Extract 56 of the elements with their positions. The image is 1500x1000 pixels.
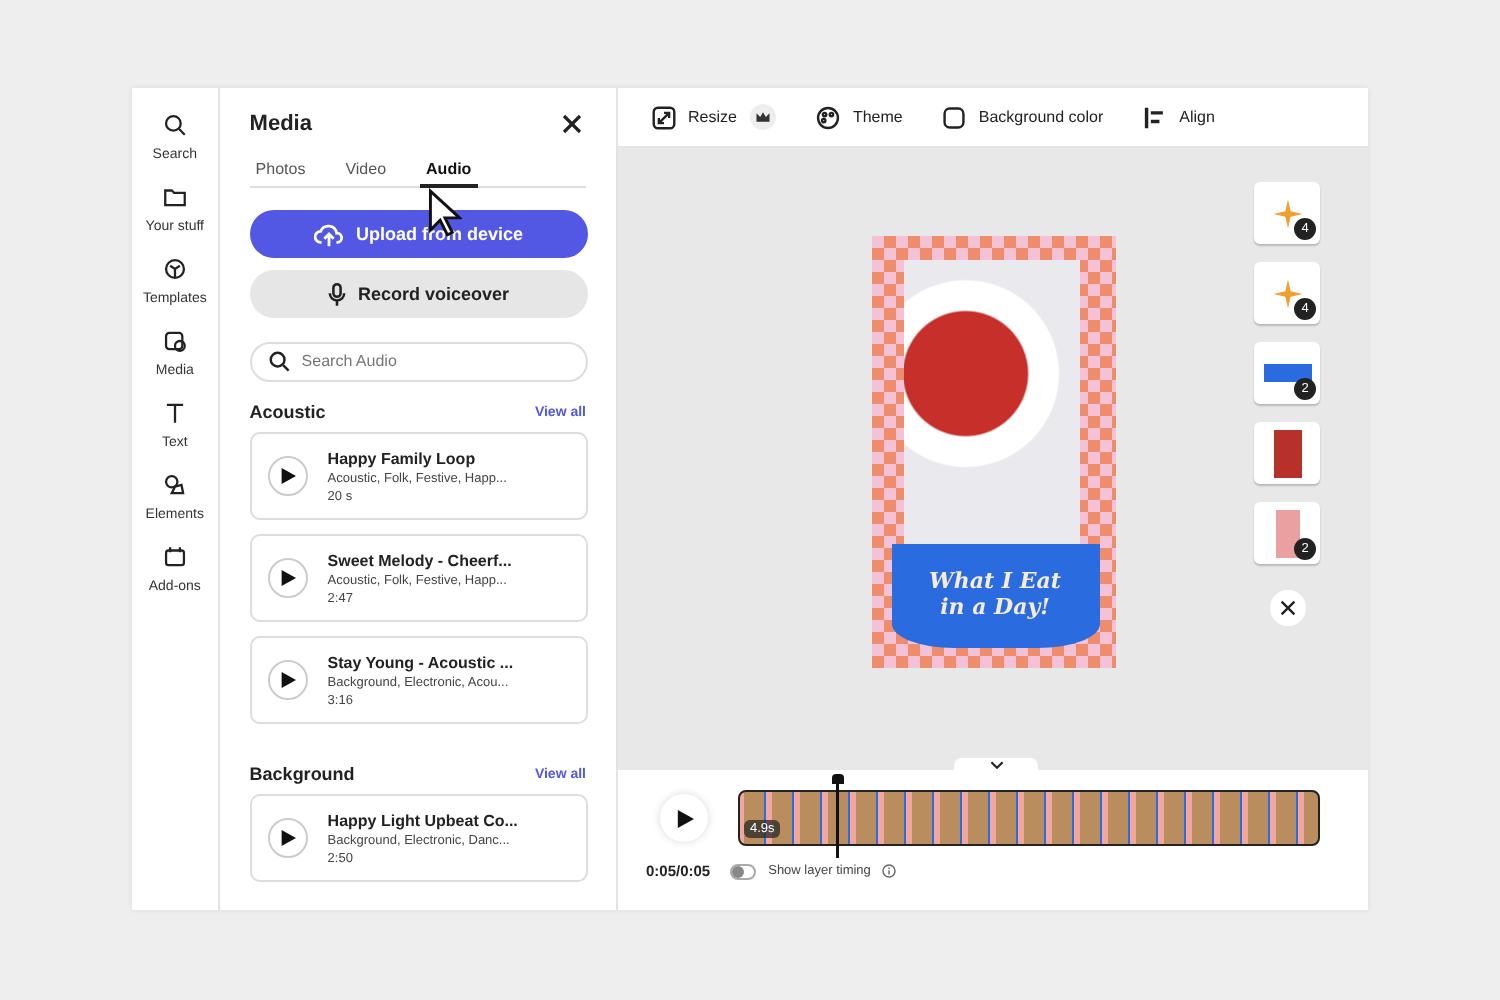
media-icon — [161, 328, 188, 354]
square-icon — [942, 105, 967, 129]
search-field[interactable]: Search Audio — [249, 341, 588, 381]
toolbar-button[interactable]: Align — [1143, 105, 1215, 129]
play-button[interactable] — [267, 818, 308, 858]
close-icon — [562, 114, 582, 134]
play-icon — [279, 570, 296, 586]
play-button[interactable] — [267, 456, 308, 496]
media-tab[interactable]: Photos — [249, 160, 312, 188]
addons-icon — [161, 544, 188, 570]
track-title: Happy Light Upbeat Co... — [327, 811, 518, 829]
theme-icon — [816, 105, 841, 129]
video-filmstrip[interactable] — [738, 790, 1320, 846]
chevron-down-icon — [989, 759, 1003, 769]
play-button[interactable] — [267, 558, 308, 598]
section-title: Background — [249, 764, 355, 784]
design-title: What I Eat in a Day! — [929, 570, 1061, 622]
collapse-timeline-button[interactable] — [954, 758, 1038, 770]
toolbar-button[interactable]: Background color — [942, 105, 1104, 129]
close-button[interactable] — [1269, 590, 1305, 626]
align-icon — [1143, 105, 1168, 129]
section-title: Acoustic — [249, 402, 326, 422]
play-icon — [279, 830, 296, 846]
play-button[interactable] — [660, 794, 708, 842]
search-icon — [267, 349, 290, 371]
banner-thumbnail — [1263, 364, 1311, 382]
media-tab[interactable]: Video — [339, 160, 393, 188]
toggle-switch[interactable] — [730, 863, 757, 879]
templates-icon — [161, 256, 188, 282]
close-icon — [1279, 600, 1295, 616]
layer-thumbnail[interactable] — [1254, 422, 1320, 484]
design-artboard[interactable]: What I Eat in a Day! — [871, 236, 1115, 668]
text-icon — [161, 400, 188, 426]
play-icon — [675, 809, 693, 827]
elements-icon — [161, 472, 188, 498]
photo-placeholder — [1273, 429, 1301, 477]
track-title: Stay Young - Acoustic ... — [327, 653, 514, 671]
panel-title: Media — [249, 112, 312, 136]
track-title: Sweet Melody - Cheerf... — [327, 551, 512, 569]
play-button[interactable] — [267, 660, 308, 700]
play-icon — [279, 468, 296, 484]
track-title: Happy Family Loop — [327, 449, 478, 467]
microphone-icon — [328, 281, 347, 307]
media-tab[interactable]: Audio — [420, 160, 478, 188]
toolbar-button[interactable]: Resize — [652, 104, 777, 130]
playhead-handle[interactable] — [832, 774, 844, 858]
rectangle-thumbnail — [1275, 509, 1299, 557]
record-voiceover-button[interactable]: Record voiceover — [249, 270, 588, 318]
search-icon — [161, 112, 188, 138]
close-button[interactable] — [558, 110, 586, 138]
upload-cloud-icon — [314, 221, 345, 247]
play-icon — [279, 672, 296, 688]
info-icon — [882, 864, 897, 878]
folder-icon — [161, 184, 188, 210]
toolbar-button[interactable]: Theme — [816, 105, 903, 129]
resize-icon — [652, 105, 676, 129]
